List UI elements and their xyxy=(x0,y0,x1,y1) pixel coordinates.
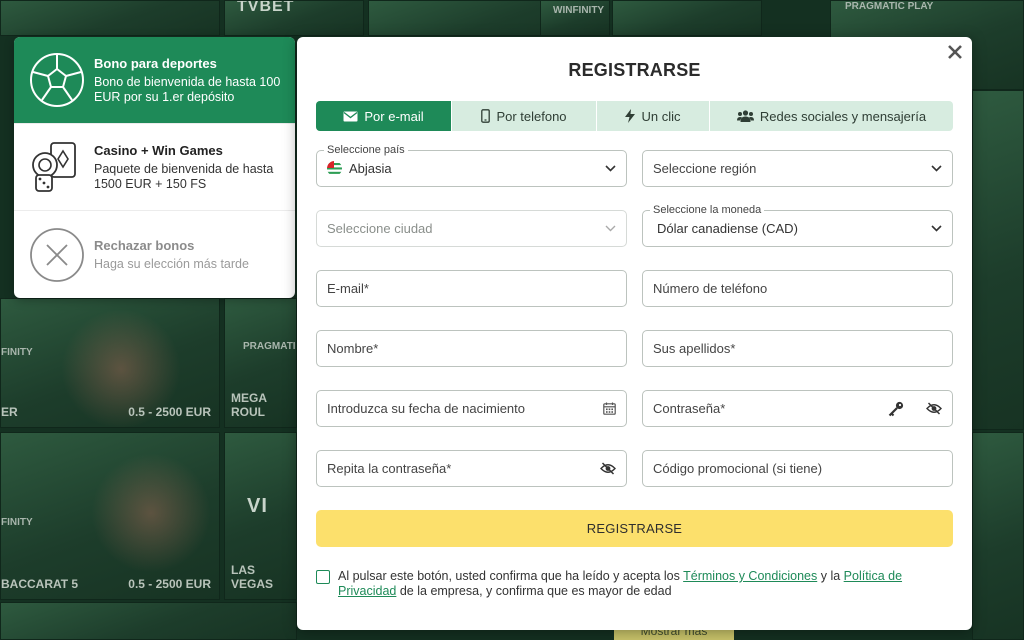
region-placeholder: Seleccione región xyxy=(653,161,757,176)
winfinity-logo: WINFINITY xyxy=(553,5,605,16)
tab-label: Redes sociales y mensajería xyxy=(759,108,927,124)
eye-slash-icon[interactable] xyxy=(600,462,616,475)
casino-cards-icon xyxy=(28,138,86,196)
city-select[interactable]: Seleccione ciudad xyxy=(316,210,627,247)
key-icon[interactable] xyxy=(888,401,904,417)
bg-tile: PRAGMATIC MEGA ROUL xyxy=(224,298,297,428)
terms-link[interactable]: Términos y Condiciones xyxy=(683,569,817,583)
bonus-description: Haga su elección más tarde xyxy=(94,256,249,271)
registration-method-tabs: Por e-mail Por telefono Un clic Redes so… xyxy=(316,101,953,131)
last-name-placeholder: Sus apellidos* xyxy=(653,341,736,356)
soccer-ball-icon xyxy=(28,51,86,109)
bg-tile: VI LAS VEGAS xyxy=(224,432,297,600)
bg-tile: TVBET xyxy=(224,0,364,36)
email-field[interactable]: E-mail* xyxy=(316,270,627,307)
currency-label: Seleccione la moneda xyxy=(650,204,765,216)
bg-tile xyxy=(0,0,220,36)
tab-label: Por e-mail xyxy=(364,108,424,124)
password-repeat-field[interactable]: Repita la contraseña* xyxy=(316,450,627,487)
tab-label: Por telefono xyxy=(496,108,567,124)
promo-code-placeholder: Código promocional (si tiene) xyxy=(653,461,823,476)
terms-consent: Al pulsar este botón, usted confirma que… xyxy=(316,569,953,599)
phone-placeholder: Número de teléfono xyxy=(653,281,768,296)
email-placeholder: E-mail* xyxy=(327,281,369,296)
bonus-option-sports[interactable]: Bono para deportes Bono de bienvenida de… xyxy=(14,37,295,124)
bg-tile: WINFINITY xyxy=(540,0,610,36)
region-select[interactable]: Seleccione región xyxy=(642,150,953,187)
bonus-title: Rechazar bonos xyxy=(94,237,195,253)
tab-phone[interactable]: Por telefono xyxy=(452,101,597,131)
bg-tile xyxy=(0,602,297,640)
bg-tile xyxy=(612,0,762,36)
bonus-description: Paquete de bienvenida de hasta 1500 EUR … xyxy=(94,161,274,191)
birthdate-placeholder: Introduzca su fecha de nacimiento xyxy=(327,401,526,416)
password-field[interactable]: Contraseña* xyxy=(642,390,953,427)
bonus-panel: Bono para deportes Bono de bienvenida de… xyxy=(14,37,295,298)
envelope-icon xyxy=(343,111,358,121)
tvbet-logo: TVBET xyxy=(237,0,295,15)
tab-one-click[interactable]: Un clic xyxy=(597,101,710,131)
bonus-title: Bono para deportes xyxy=(94,55,217,71)
bg-tile: FINITY BACCARAT 5 0.5 - 2500 EUR xyxy=(0,432,220,600)
country-select[interactable]: Seleccione país Abjasia xyxy=(316,144,627,187)
modal-title: REGISTRARSE xyxy=(568,60,701,80)
bg-tile: FINITY ER 0.5 - 2500 EUR xyxy=(0,298,220,428)
lightning-icon xyxy=(625,109,636,123)
country-label: Seleccione país xyxy=(324,144,408,156)
terms-checkbox[interactable] xyxy=(316,570,330,584)
currency-value: Dólar canadiense (CAD) xyxy=(657,221,798,236)
country-value: Abjasia xyxy=(349,161,392,176)
bonus-option-decline[interactable]: Rechazar bonos Haga su elección más tard… xyxy=(14,211,295,298)
pragmatic-logo: PRAGMATIC PLAY xyxy=(845,1,934,12)
bonus-title: Casino + Win Games xyxy=(94,142,223,158)
city-placeholder: Seleccione ciudad xyxy=(327,221,433,236)
register-button[interactable]: REGISTRARSE xyxy=(316,510,953,547)
calendar-icon[interactable] xyxy=(603,402,616,415)
chevron-down-icon xyxy=(605,165,616,172)
birthdate-field[interactable]: Introduzca su fecha de nacimiento xyxy=(316,390,627,427)
close-circle-icon xyxy=(28,226,86,284)
currency-select[interactable]: Seleccione la moneda Dólar canadiense (C… xyxy=(642,204,953,247)
tab-social[interactable]: Redes sociales y mensajería xyxy=(710,101,953,131)
bg-tile xyxy=(972,432,1024,640)
chevron-down-icon xyxy=(605,225,616,232)
promo-code-field[interactable]: Código promocional (si tiene) xyxy=(642,450,953,487)
tab-label: Un clic xyxy=(641,108,681,124)
chevron-down-icon xyxy=(931,165,942,172)
bg-tile xyxy=(972,90,1024,430)
bonus-description: Bono de bienvenida de hasta 100 EUR por … xyxy=(94,74,281,104)
first-name-field[interactable]: Nombre* xyxy=(316,330,627,367)
password-repeat-placeholder: Repita la contraseña* xyxy=(327,461,452,476)
eye-slash-icon[interactable] xyxy=(926,402,942,415)
phone-icon xyxy=(481,109,491,123)
phone-field[interactable]: Número de teléfono xyxy=(642,270,953,307)
first-name-placeholder: Nombre* xyxy=(327,341,379,356)
last-name-field[interactable]: Sus apellidos* xyxy=(642,330,953,367)
password-placeholder: Contraseña* xyxy=(653,401,726,416)
users-icon xyxy=(736,110,754,122)
abkhazia-flag-icon xyxy=(327,161,342,176)
tab-email[interactable]: Por e-mail xyxy=(316,101,452,131)
chevron-down-icon xyxy=(931,225,942,232)
registration-modal: REGISTRARSE Por e-mail Por telefono Un c… xyxy=(297,37,972,630)
bonus-option-casino[interactable]: Casino + Win Games Paquete de bienvenida… xyxy=(14,124,295,211)
terms-text: Al pulsar este botón, usted confirma que… xyxy=(338,569,903,598)
